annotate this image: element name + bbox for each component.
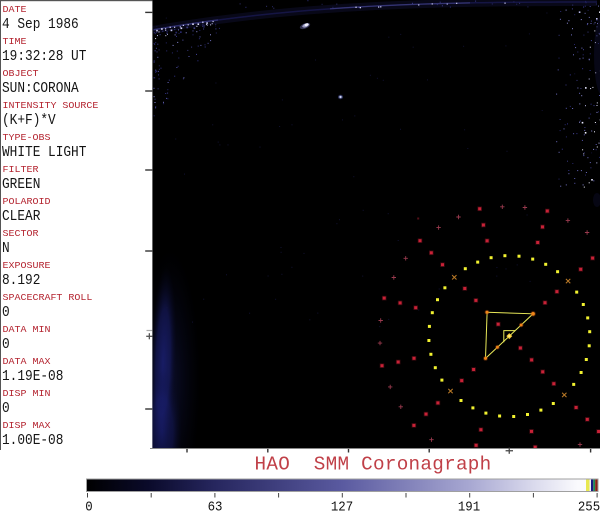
svg-text:19:32:28 UT: 19:32:28 UT <box>2 48 86 65</box>
svg-text:1.00E-08: 1.00E-08 <box>2 432 63 449</box>
svg-text:WHITE LIGHT: WHITE LIGHT <box>2 144 86 161</box>
svg-text:OBJECT: OBJECT <box>3 68 39 78</box>
svg-text:0: 0 <box>2 336 10 353</box>
svg-text:DISP MIN: DISP MIN <box>3 388 51 398</box>
svg-text:POLAROID: POLAROID <box>3 196 51 206</box>
svg-text:(K+F)*V: (K+F)*V <box>2 112 56 129</box>
svg-text:DATA MIN: DATA MIN <box>3 324 51 334</box>
svg-text:SUN:CORONA: SUN:CORONA <box>2 80 79 97</box>
svg-text:0: 0 <box>85 499 93 512</box>
svg-text:HAO SMM Coronagraph: HAO SMM Coronagraph <box>255 454 492 476</box>
svg-text:1.19E-08: 1.19E-08 <box>2 368 63 385</box>
svg-text:DATE: DATE <box>3 4 27 14</box>
svg-text:SECTOR: SECTOR <box>3 228 39 238</box>
svg-text:INTENSITY SOURCE: INTENSITY SOURCE <box>3 100 99 110</box>
svg-text:63: 63 <box>208 499 223 512</box>
svg-text:GREEN: GREEN <box>2 176 40 193</box>
svg-text:SPACECRAFT ROLL: SPACECRAFT ROLL <box>3 292 93 302</box>
svg-text:0: 0 <box>2 400 10 417</box>
svg-text:TIME: TIME <box>3 36 27 46</box>
svg-text:191: 191 <box>458 499 480 512</box>
svg-text:0: 0 <box>2 304 10 321</box>
svg-text:4 Sep 1986: 4 Sep 1986 <box>2 16 79 33</box>
svg-text:255: 255 <box>578 499 600 512</box>
svg-text:DATA MAX: DATA MAX <box>3 356 51 366</box>
svg-text:DISP MAX: DISP MAX <box>3 420 51 430</box>
svg-text:EXPOSURE: EXPOSURE <box>3 260 51 270</box>
svg-text:FILTER: FILTER <box>3 164 39 174</box>
svg-text:8.192: 8.192 <box>2 272 40 289</box>
svg-text:N: N <box>2 240 10 257</box>
svg-text:CLEAR: CLEAR <box>2 208 41 225</box>
svg-text:127: 127 <box>331 499 353 512</box>
svg-text:TYPE-OBS: TYPE-OBS <box>3 132 51 142</box>
